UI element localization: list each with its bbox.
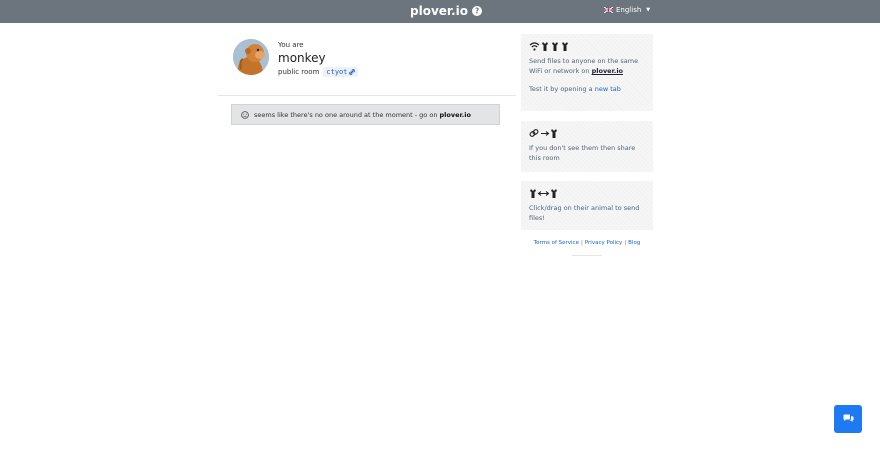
footer-divider [572, 255, 602, 256]
footer-links: Terms of Service | Privacy Policy | Blog [533, 240, 641, 246]
terms-link[interactable]: Terms of Service [534, 240, 579, 246]
link-icon [349, 69, 356, 75]
monkey-avatar[interactable] [233, 39, 269, 75]
monkey-icon [233, 39, 269, 75]
language-label: English [616, 6, 642, 14]
room-type: public room [278, 68, 320, 76]
chat-button[interactable] [834, 405, 862, 433]
privacy-link[interactable]: Privacy Policy [585, 240, 622, 246]
room-code: ctyot [326, 68, 348, 76]
username: monkey [278, 51, 326, 65]
info-card-wifi: Send files to anyone on the same WiFi or… [521, 34, 653, 111]
wifi-and-figures-icon [529, 40, 645, 52]
room-code-button[interactable]: ctyot [323, 67, 359, 77]
info-card-send: Click/drag on their animal to send files… [521, 181, 653, 230]
brand-name: plover.io [410, 4, 469, 18]
card-share-text: If you don't see them then share this ro… [529, 144, 636, 162]
chat-bubbles-icon [843, 414, 853, 422]
svg-text:?: ? [475, 7, 479, 16]
card-wifi-link[interactable]: plover.io [592, 67, 623, 75]
link-arrow-figure-icon [529, 127, 645, 139]
language-selector[interactable]: English ▼ [604, 6, 650, 14]
brand[interactable]: plover.io ? [410, 4, 483, 18]
question-circle-icon[interactable]: ? [472, 6, 483, 16]
new-tab-link[interactable]: new tab [595, 85, 621, 93]
alert-text: seems like there's no one around at the … [254, 110, 438, 119]
alert-link[interactable]: plover.io [440, 111, 471, 119]
room-info: public room ctyot [278, 67, 359, 77]
face-icon [241, 110, 249, 119]
empty-room-alert: seems like there's no one around at the … [231, 104, 500, 125]
card-send-text: Click/drag on their animal to send files… [529, 204, 640, 222]
you-are-label: You are [278, 41, 304, 49]
caret-down-icon: ▼ [646, 7, 651, 13]
section-divider [218, 95, 516, 96]
flag-icon [604, 7, 613, 13]
info-card-share: If you don't see them then share this ro… [521, 121, 653, 172]
blog-link[interactable]: Blog [628, 240, 640, 246]
top-navbar: plover.io ? English ▼ [0, 0, 880, 23]
card-test-text: Test it by opening a [529, 85, 593, 93]
figure-arrow-figure-icon [529, 187, 645, 199]
